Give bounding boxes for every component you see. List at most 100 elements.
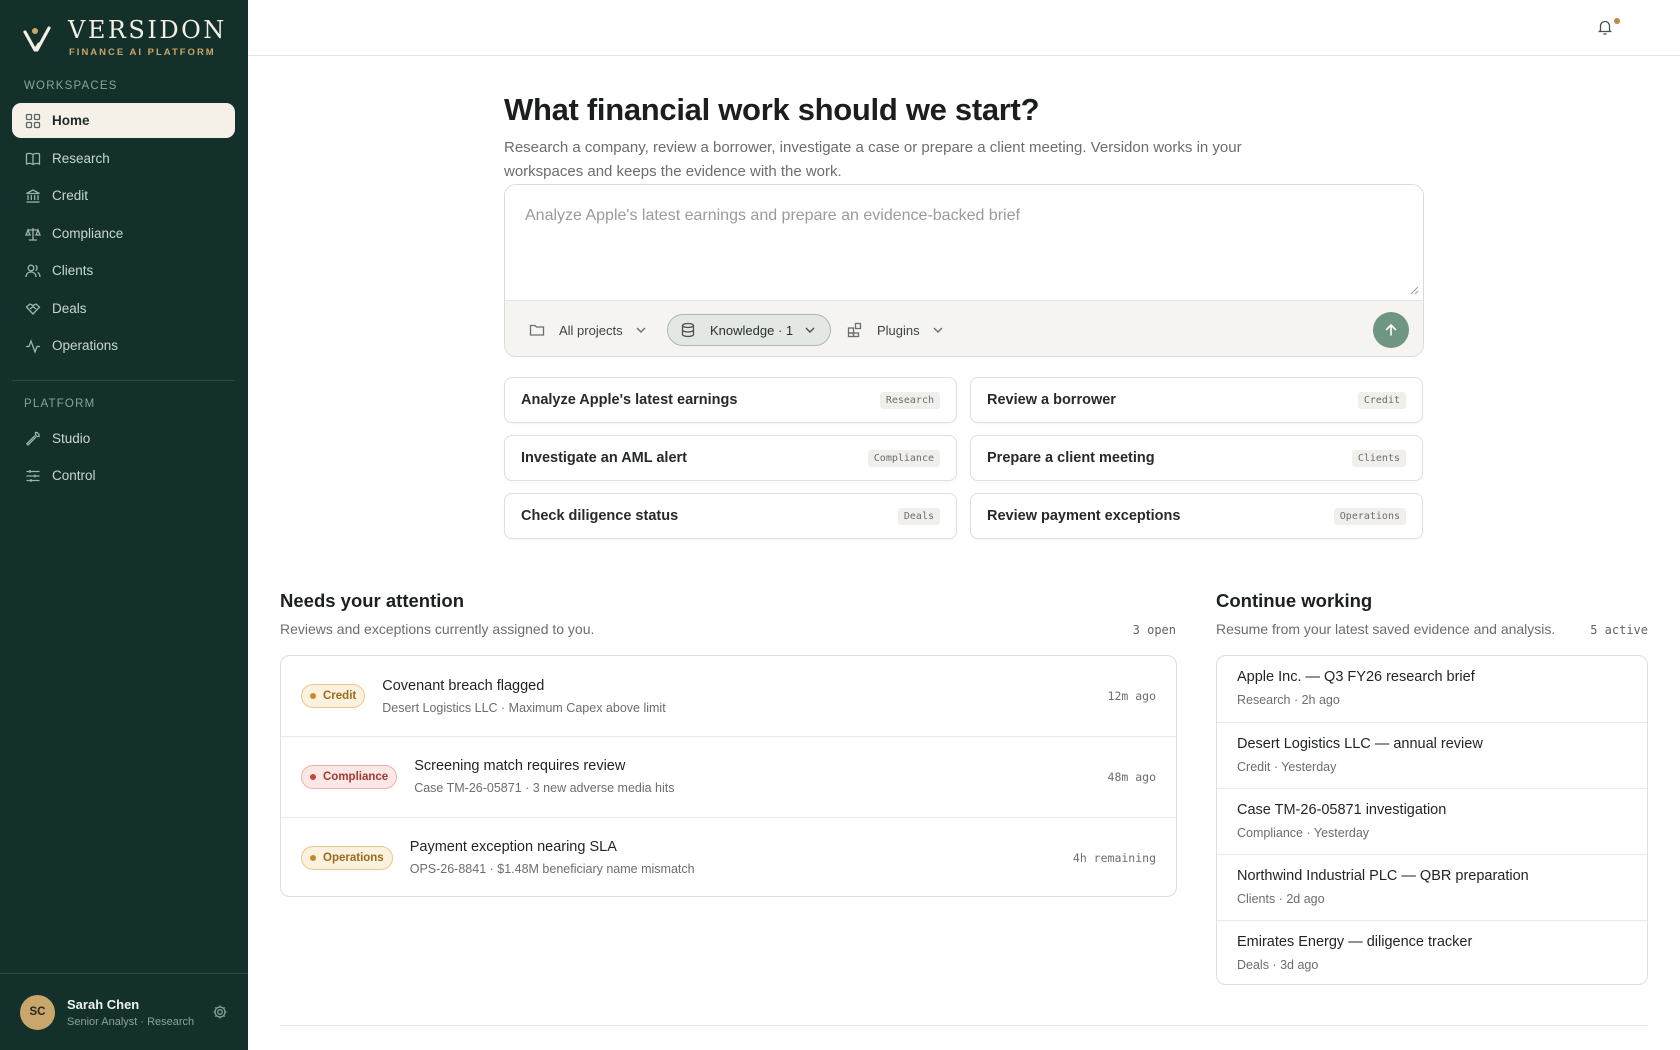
workspace-tag: Deals: [897, 507, 940, 525]
sidebar-item-deals[interactable]: Deals: [12, 291, 235, 326]
workspace-tag: Credit: [1357, 391, 1406, 409]
workspaces-section-label: WORKSPACES: [24, 80, 118, 92]
handshake-icon: [25, 302, 41, 315]
workspace-tag: Operations: [1333, 507, 1406, 525]
knowledge-dropdown[interactable]: Knowledge · 1: [667, 314, 832, 346]
attention-item[interactable]: Compliance Screening match requires revi…: [281, 736, 1176, 816]
attention-title: Needs your attention: [280, 590, 464, 611]
workspace-tag: Research: [879, 391, 940, 409]
attention-item-title: Covenant breach flagged: [382, 677, 545, 694]
wrench-icon: [25, 431, 40, 446]
attention-item-time: 48m ago: [1107, 769, 1156, 784]
footer-divider: [280, 1025, 1648, 1026]
workspace-tag: Compliance: [867, 449, 940, 467]
brand-logo[interactable]: VERSIDON FINANCE AI PLATFORM: [22, 16, 227, 58]
continue-item-title: Northwind Industrial PLC — QBR preparati…: [1237, 868, 1529, 884]
continue-item[interactable]: Apple Inc. — Q3 FY26 research brief Rese…: [1217, 656, 1647, 722]
attention-item[interactable]: Credit Covenant breach flagged Desert Lo…: [281, 656, 1176, 736]
top-bar: [248, 0, 1680, 56]
continue-item[interactable]: Desert Logistics LLC — annual review Cre…: [1217, 722, 1647, 788]
grid-icon: [25, 113, 41, 128]
sidebar-item-label: Clients: [52, 263, 94, 278]
suggestion-label: Prepare a client meeting: [987, 450, 1155, 466]
sidebar-item-label: Studio: [52, 431, 91, 446]
sidebar-item-label: Research: [52, 151, 110, 166]
continue-item-title: Case TM-26-05871 investigation: [1237, 802, 1447, 818]
sidebar-item-credit[interactable]: Credit: [12, 178, 235, 213]
sidebar-item-studio[interactable]: Studio: [12, 421, 235, 456]
bell-icon[interactable]: [1596, 18, 1614, 36]
attention-item-time: 4h remaining: [1072, 850, 1156, 865]
suggestion-card[interactable]: Analyze Apple's latest earnings Research: [504, 377, 957, 423]
plugins-label: Plugins: [877, 322, 920, 338]
prompt-composer: All projects Knowledge · 1 Plugins: [504, 184, 1424, 357]
suggestion-card[interactable]: Review payment exceptions Operations: [970, 493, 1423, 539]
suggestion-label: Review a borrower: [987, 392, 1116, 408]
suggestion-label: Check diligence status: [521, 508, 679, 524]
chevron-down-icon: [636, 327, 646, 333]
user-role: Senior Analyst · Research: [67, 1015, 195, 1028]
badge-dot: [310, 854, 316, 861]
users-icon: [25, 264, 41, 277]
chevron-down-icon: [933, 327, 943, 333]
sidebar-item-label: Deals: [52, 301, 87, 316]
projects-dropdown[interactable]: All projects: [529, 314, 649, 346]
user-name: Sarah Chen: [67, 996, 140, 1012]
continue-item-meta: Clients · 2d ago: [1237, 892, 1325, 906]
sidebar-item-label: Control: [52, 468, 96, 483]
gear-icon[interactable]: [212, 1004, 228, 1020]
sidebar-item-operations[interactable]: Operations: [12, 328, 235, 363]
arrow-up-icon: [1385, 323, 1397, 336]
sidebar-item-label: Operations: [52, 338, 119, 353]
resize-grip-icon[interactable]: [1409, 285, 1419, 295]
book-icon: [25, 152, 41, 165]
composer-toolbar: All projects Knowledge · 1 Plugins: [505, 300, 1423, 356]
sidebar-divider: [12, 380, 235, 381]
continue-item-title: Apple Inc. — Q3 FY26 research brief: [1237, 669, 1475, 685]
suggestion-label: Investigate an AML alert: [521, 450, 687, 466]
attention-item[interactable]: Operations Payment exception nearing SLA…: [281, 817, 1176, 897]
suggestion-card[interactable]: Prepare a client meeting Clients: [970, 435, 1423, 481]
send-button[interactable]: [1373, 312, 1409, 348]
knowledge-label: Knowledge · 1: [710, 322, 794, 338]
continue-item[interactable]: Emirates Energy — diligence tracker Deal…: [1217, 920, 1647, 984]
prompt-input[interactable]: [505, 185, 1423, 300]
projects-label: All projects: [559, 322, 623, 338]
continue-item-meta: Deals · 3d ago: [1237, 958, 1319, 972]
versidon-logo-icon: [23, 26, 51, 52]
badge-label: Compliance: [323, 770, 389, 783]
sidebar-item-label: Credit: [52, 188, 89, 203]
badge-dot: [310, 773, 316, 780]
sidebar-item-compliance[interactable]: Compliance: [12, 216, 235, 251]
continue-item[interactable]: Northwind Industrial PLC — QBR preparati…: [1217, 854, 1647, 920]
continue-item-meta: Compliance · Yesterday: [1237, 826, 1370, 840]
page-subtitle: Research a company, review a borrower, i…: [504, 139, 1242, 180]
activity-icon: [26, 338, 40, 354]
user-profile[interactable]: SC Sarah Chen Senior Analyst · Research: [0, 973, 248, 1050]
continue-item-meta: Research · 2h ago: [1237, 693, 1340, 707]
plugins-dropdown[interactable]: Plugins: [847, 314, 946, 346]
continue-list: Apple Inc. — Q3 FY26 research brief Rese…: [1216, 655, 1648, 985]
suggestion-card[interactable]: Review a borrower Credit: [970, 377, 1423, 423]
continue-subtitle: Resume from your latest saved evidence a…: [1216, 621, 1556, 637]
attention-item-title: Payment exception nearing SLA: [409, 839, 617, 855]
continue-item-title: Emirates Energy — diligence tracker: [1237, 934, 1473, 950]
sidebar-item-clients[interactable]: Clients: [12, 253, 235, 288]
continue-item-meta: Credit · Yesterday: [1237, 760, 1337, 774]
avatar: SC: [20, 994, 55, 1030]
sidebar-item-control[interactable]: Control: [12, 458, 235, 493]
suggestion-label: Analyze Apple's latest earnings: [521, 392, 738, 408]
continue-item[interactable]: Case TM-26-05871 investigation Complianc…: [1217, 788, 1647, 854]
continue-count: 5 active: [1590, 623, 1648, 637]
suggestion-card[interactable]: Investigate an AML alert Compliance: [504, 435, 957, 481]
plugins-icon: [847, 322, 862, 338]
badge-label: Operations: [323, 851, 384, 864]
suggestion-label: Review payment exceptions: [987, 508, 1181, 524]
notification-dot: [1614, 18, 1620, 24]
continue-title: Continue working: [1216, 590, 1373, 611]
badge-dot: [310, 693, 316, 699]
sidebar-item-home[interactable]: Home: [12, 103, 235, 138]
suggestion-card[interactable]: Check diligence status Deals: [504, 493, 957, 539]
sidebar-item-research[interactable]: Research: [12, 141, 235, 176]
folder-icon: [529, 324, 545, 336]
